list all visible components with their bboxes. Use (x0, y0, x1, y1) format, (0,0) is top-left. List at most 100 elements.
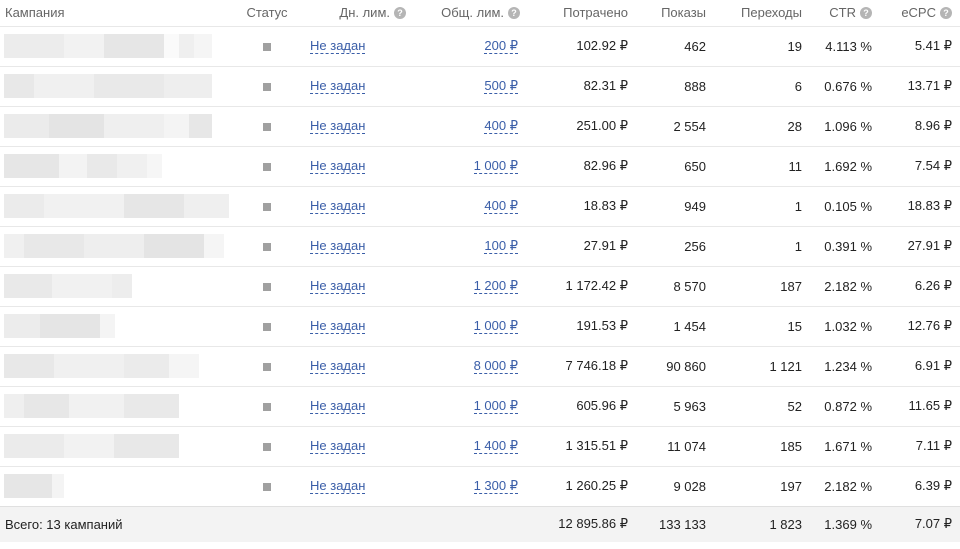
spent-cell: 27.91 ₽ (583, 238, 628, 253)
header-campaign[interactable]: Кампания (0, 0, 238, 26)
table-row[interactable]: Не задан 500 ₽ 82.31 ₽ 888 6 0.676 % 13.… (0, 66, 960, 106)
totals-row: Всего: 13 кампаний 12 895.86 ₽ 133 133 1… (0, 506, 960, 542)
total-limit-link[interactable]: 1 400 ₽ (473, 438, 518, 454)
daily-limit-link[interactable]: Не задан (310, 358, 366, 374)
total-limit-link[interactable]: 1 200 ₽ (473, 278, 518, 294)
daily-limit-link[interactable]: Не задан (310, 118, 366, 134)
campaign-name-redacted[interactable] (0, 306, 238, 346)
help-icon[interactable]: ? (394, 7, 406, 20)
daily-limit-link[interactable]: Не задан (310, 158, 366, 174)
daily-limit-cell: Не задан (296, 266, 414, 306)
total-limit-link[interactable]: 400 ₽ (484, 198, 518, 214)
ctr-cell: 0.872 % (824, 398, 872, 414)
campaign-name-redacted[interactable] (0, 26, 238, 66)
ctr-cell: 2.182 % (824, 478, 872, 494)
daily-limit-cell: Не задан (296, 66, 414, 106)
header-status[interactable]: Статус (238, 0, 296, 26)
header-impressions[interactable]: Показы (636, 0, 714, 26)
header-spent[interactable]: Потрачено (528, 0, 636, 26)
header-ctr[interactable]: CTR? (810, 0, 880, 26)
table-body: Не задан 200 ₽ 102.92 ₽ 462 19 4.113 % 5… (0, 26, 960, 506)
campaign-name-redacted[interactable] (0, 186, 238, 226)
table-row[interactable]: Не задан 1 000 ₽ 191.53 ₽ 1 454 15 1.032… (0, 306, 960, 346)
campaign-name-redacted[interactable] (0, 146, 238, 186)
campaign-name-redacted[interactable] (0, 466, 238, 506)
table-row[interactable]: Не задан 1 000 ₽ 82.96 ₽ 650 11 1.692 % … (0, 146, 960, 186)
redacted-name-placeholder (4, 274, 230, 298)
daily-limit-link[interactable]: Не задан (310, 278, 366, 294)
total-limit-link[interactable]: 400 ₽ (484, 118, 518, 134)
header-ecpc[interactable]: eCPC? (880, 0, 960, 26)
impressions-cell: 949 (684, 198, 706, 214)
header-clicks[interactable]: Переходы (714, 0, 810, 26)
clicks-cell: 52 (787, 398, 802, 414)
daily-limit-link[interactable]: Не задан (310, 78, 366, 94)
spent-cell: 1 172.42 ₽ (565, 278, 629, 293)
spent-cell: 1 260.25 ₽ (565, 478, 629, 493)
totals-label: Всего: 13 кампаний (5, 516, 123, 532)
campaign-name-redacted[interactable] (0, 66, 238, 106)
daily-limit-link[interactable]: Не задан (310, 318, 366, 334)
status-square-icon (263, 82, 271, 91)
ctr-cell: 2.182 % (824, 278, 872, 294)
total-limit-cell: 1 000 ₽ (414, 386, 528, 426)
redacted-name-placeholder (4, 34, 230, 58)
help-icon[interactable]: ? (508, 7, 520, 20)
header-daily-limit[interactable]: Дн. лим.? (296, 0, 414, 26)
header-total-limit[interactable]: Общ. лим.? (414, 0, 528, 26)
status-square-icon (263, 162, 271, 171)
daily-limit-link[interactable]: Не задан (310, 398, 366, 414)
daily-limit-cell: Не задан (296, 426, 414, 466)
table-row[interactable]: Не задан 200 ₽ 102.92 ₽ 462 19 4.113 % 5… (0, 26, 960, 66)
table-row[interactable]: Не задан 400 ₽ 18.83 ₽ 949 1 0.105 % 18.… (0, 186, 960, 226)
total-limit-link[interactable]: 1 000 ₽ (473, 318, 518, 334)
table-header-row: Кампания Статус Дн. лим.? Общ. лим.? Пот… (0, 0, 960, 26)
total-limit-cell: 1 000 ₽ (414, 146, 528, 186)
ctr-cell: 1.671 % (824, 438, 872, 454)
help-icon[interactable]: ? (940, 7, 952, 20)
impressions-cell: 650 (684, 158, 706, 174)
daily-limit-link[interactable]: Не задан (310, 198, 366, 214)
campaign-name-redacted[interactable] (0, 106, 238, 146)
total-limit-link[interactable]: 500 ₽ (484, 78, 518, 94)
clicks-cell: 1 121 (769, 358, 802, 374)
campaign-name-redacted[interactable] (0, 346, 238, 386)
total-limit-link[interactable]: 1 000 ₽ (473, 158, 518, 174)
ecpc-cell: 12.76 ₽ (907, 318, 952, 333)
status-square-icon (263, 202, 271, 211)
daily-limit-link[interactable]: Не задан (310, 478, 366, 494)
table-row[interactable]: Не задан 1 000 ₽ 605.96 ₽ 5 963 52 0.872… (0, 386, 960, 426)
ctr-cell: 1.234 % (824, 358, 872, 374)
campaign-name-redacted[interactable] (0, 226, 238, 266)
ecpc-cell: 7.11 ₽ (915, 438, 952, 453)
total-limit-link[interactable]: 100 ₽ (484, 238, 518, 254)
daily-limit-cell: Не задан (296, 466, 414, 506)
ctr-cell: 1.692 % (824, 158, 872, 174)
totals-ctr: 1.369 % (824, 516, 872, 532)
table-row[interactable]: Не задан 8 000 ₽ 7 746.18 ₽ 90 860 1 121… (0, 346, 960, 386)
table-row[interactable]: Не задан 1 200 ₽ 1 172.42 ₽ 8 570 187 2.… (0, 266, 960, 306)
campaign-name-redacted[interactable] (0, 266, 238, 306)
daily-limit-link[interactable]: Не задан (310, 238, 366, 254)
impressions-cell: 90 860 (666, 358, 706, 374)
table-row[interactable]: Не задан 1 400 ₽ 1 315.51 ₽ 11 074 185 1… (0, 426, 960, 466)
table-row[interactable]: Не задан 400 ₽ 251.00 ₽ 2 554 28 1.096 %… (0, 106, 960, 146)
impressions-cell: 888 (684, 78, 706, 94)
total-limit-link[interactable]: 1 000 ₽ (473, 398, 518, 414)
status-cell (238, 26, 296, 66)
total-limit-cell: 1 200 ₽ (414, 266, 528, 306)
campaign-name-redacted[interactable] (0, 426, 238, 466)
daily-limit-link[interactable]: Не задан (310, 38, 366, 54)
total-limit-cell: 1 300 ₽ (414, 466, 528, 506)
total-limit-link[interactable]: 1 300 ₽ (473, 478, 518, 494)
table-row[interactable]: Не задан 1 300 ₽ 1 260.25 ₽ 9 028 197 2.… (0, 466, 960, 506)
campaign-name-redacted[interactable] (0, 386, 238, 426)
total-limit-link[interactable]: 200 ₽ (484, 38, 518, 54)
clicks-cell: 19 (787, 38, 802, 54)
spent-cell: 191.53 ₽ (576, 318, 628, 333)
daily-limit-cell: Не задан (296, 186, 414, 226)
help-icon[interactable]: ? (860, 7, 872, 20)
table-row[interactable]: Не задан 100 ₽ 27.91 ₽ 256 1 0.391 % 27.… (0, 226, 960, 266)
total-limit-link[interactable]: 8 000 ₽ (473, 358, 518, 374)
daily-limit-link[interactable]: Не задан (310, 438, 366, 454)
